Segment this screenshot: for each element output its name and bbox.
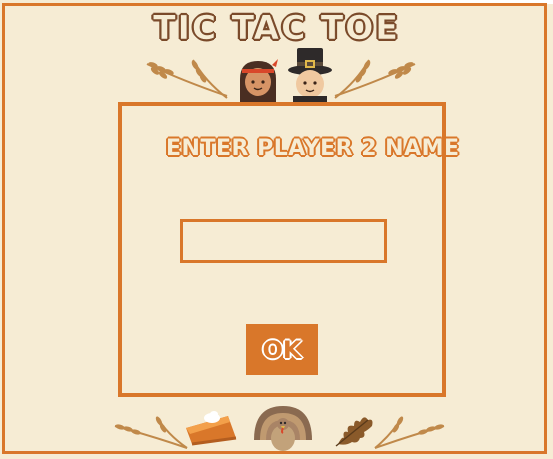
name-entry-panel: ENTER PLAYER 2 NAME OK: [118, 102, 460, 397]
wheat-icon: [334, 59, 416, 99]
game-title: TIC TAC TOE: [0, 8, 553, 48]
turkey-icon: [254, 406, 312, 451]
wheat-icon: [114, 416, 188, 449]
oak-leaf-icon: [335, 417, 373, 447]
player-name-input[interactable]: [180, 219, 387, 263]
ok-button[interactable]: OK: [246, 324, 318, 375]
wheat-icon: [374, 416, 445, 449]
game-title-text: TIC TAC TOE: [153, 8, 400, 48]
native-girl-icon: [240, 59, 278, 103]
wheat-icon: [146, 59, 228, 99]
player-name-prompt: ENTER PLAYER 2 NAME: [166, 136, 460, 161]
pumpkin-pie-icon: [186, 411, 237, 446]
pilgrim-icon: [288, 48, 332, 102]
